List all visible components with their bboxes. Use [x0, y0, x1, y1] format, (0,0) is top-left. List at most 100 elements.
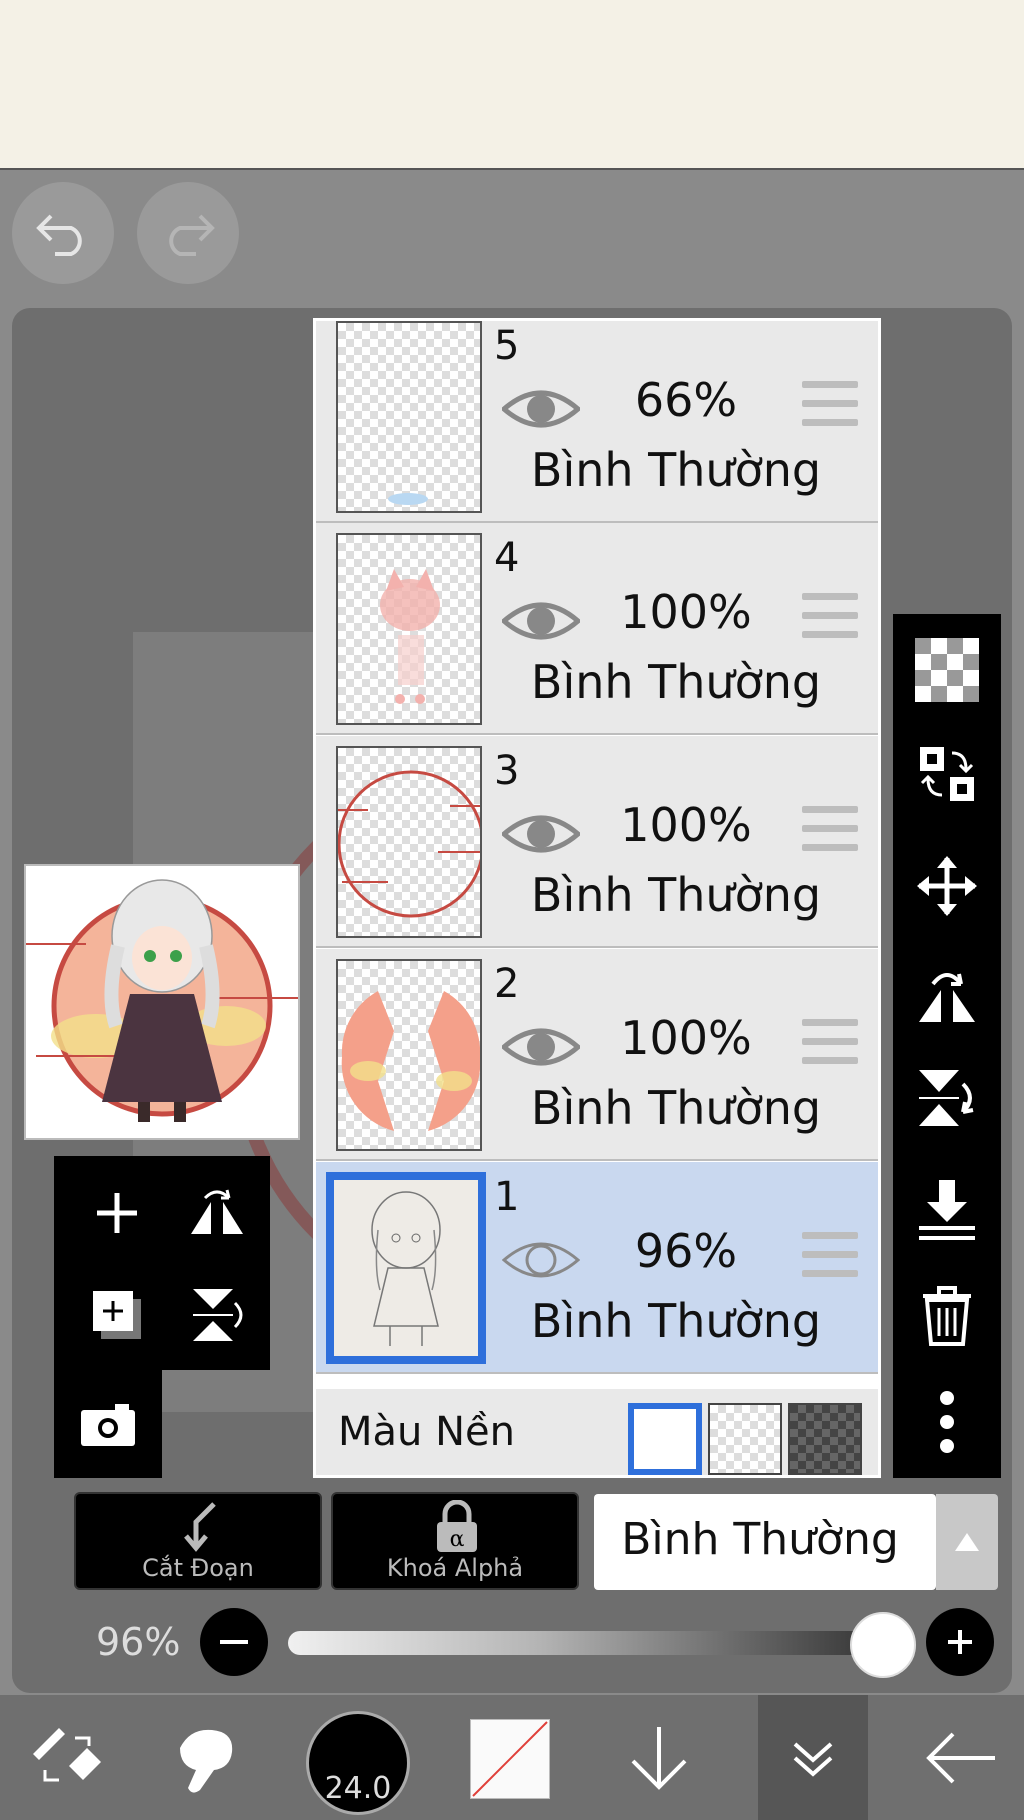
arrow-down-icon — [631, 1726, 687, 1790]
opacity-increase-button[interactable] — [926, 1608, 994, 1676]
drag-handle-icon[interactable] — [802, 593, 858, 643]
brush-size-button[interactable]: 24.0 — [306, 1711, 410, 1815]
flip-layer-vertical-button[interactable] — [907, 1058, 987, 1138]
duplicate-layer-button[interactable] — [72, 1270, 162, 1360]
redo-button[interactable] — [137, 182, 239, 284]
opacity-slider[interactable] — [288, 1631, 908, 1655]
move-layer-button[interactable] — [907, 846, 987, 926]
layer-thumbnail[interactable] — [326, 1172, 486, 1364]
arrow-left-icon — [926, 1732, 995, 1783]
clipping-button[interactable]: Cắt Đoạn — [74, 1492, 322, 1590]
color-picker-button[interactable] — [470, 1719, 550, 1799]
brush-eraser-toggle-button[interactable] — [10, 1695, 120, 1820]
opacity-value-label: 96% — [96, 1620, 181, 1664]
eye-icon[interactable] — [502, 1021, 580, 1073]
undo-icon — [36, 214, 82, 256]
flip-vertical-button[interactable] — [172, 1270, 262, 1360]
layer-tools-panel — [54, 1156, 270, 1370]
flip-horizontal-button[interactable] — [172, 1168, 262, 1258]
layer-row-2[interactable]: 2 100% Bình Thường — [316, 949, 878, 1161]
swap-layers-button[interactable] — [907, 734, 987, 814]
eye-icon[interactable] — [502, 1234, 580, 1286]
drag-handle-icon[interactable] — [802, 381, 858, 431]
opacity-decrease-button[interactable] — [200, 1608, 268, 1676]
layer-menu-button[interactable] — [758, 1695, 868, 1820]
layer-number: 1 — [494, 1174, 520, 1220]
layer-row-5[interactable]: 5 66% Bình Thường — [316, 321, 878, 523]
flip-layer-horizontal-button[interactable] — [907, 954, 987, 1034]
layer-blend-mode: Bình Thường — [530, 868, 822, 922]
eye-icon[interactable] — [502, 808, 580, 860]
opacity-slider-knob[interactable] — [850, 1612, 917, 1678]
background-color-row: Màu Nền — [316, 1389, 878, 1475]
more-vertical-icon — [940, 1391, 954, 1453]
delete-layer-button[interactable] — [907, 1276, 987, 1356]
add-layer-button[interactable] — [72, 1168, 162, 1258]
blend-mode-select[interactable]: Bình Thường — [594, 1494, 936, 1590]
move-icon — [917, 856, 977, 916]
layer-down-button[interactable] — [604, 1695, 714, 1820]
layer-blend-mode: Bình Thường — [530, 1294, 822, 1348]
layer-thumbnail[interactable] — [336, 959, 482, 1151]
smudge-tool-button[interactable] — [150, 1695, 260, 1820]
drag-handle-icon[interactable] — [802, 1232, 858, 1282]
layer-number: 4 — [494, 535, 520, 581]
plus-icon — [948, 1630, 972, 1654]
background-swatch-transparent[interactable] — [708, 1403, 782, 1475]
clip-arrow-icon — [184, 1502, 216, 1552]
layer-opacity: 100% — [620, 798, 752, 852]
camera-tool-panel — [54, 1370, 162, 1478]
eye-icon[interactable] — [502, 383, 580, 435]
camera-button[interactable] — [63, 1379, 153, 1469]
lock-icon: α — [437, 1500, 477, 1552]
layer-number: 2 — [494, 961, 520, 1007]
layer-row-1[interactable]: 1 96% Bình Thường — [316, 1162, 878, 1374]
layer-opacity: 96% — [634, 1224, 738, 1278]
drag-handle-icon[interactable] — [802, 806, 858, 856]
merge-down-icon — [919, 1180, 975, 1240]
swap-icon — [920, 747, 974, 801]
layer-thumbnail[interactable] — [336, 321, 482, 513]
redo-icon — [169, 214, 215, 256]
layer-thumbnail[interactable] — [336, 533, 482, 725]
blend-mode-dropdown-button[interactable] — [936, 1494, 998, 1590]
camera-icon — [81, 1404, 135, 1446]
clipping-label: Cắt Đoạn — [142, 1554, 254, 1582]
layer-actions-toolbar — [893, 614, 1001, 1478]
alpha-lock-button[interactable]: α Khoá Alphả — [331, 1492, 579, 1590]
checkerboard-icon — [915, 638, 979, 702]
layer-blend-mode: Bình Thường — [530, 655, 822, 709]
layer-panel: 5 66% Bình Thường 4 100% Bình Thường 3 1… — [313, 318, 881, 1478]
layer-row-4[interactable]: 4 100% Bình Thường — [316, 523, 878, 735]
merge-down-button[interactable] — [907, 1170, 987, 1250]
trash-icon — [923, 1286, 971, 1346]
bottom-toolbar: 24.0 — [0, 1695, 1024, 1820]
double-chevron-down-icon — [793, 1742, 833, 1777]
layer-thumbnail[interactable] — [336, 746, 482, 938]
layer-opacity: 66% — [634, 373, 738, 427]
finger-smudge-icon — [180, 1729, 233, 1793]
layer-opacity: 100% — [620, 585, 752, 639]
background-swatch-white[interactable] — [628, 1403, 702, 1475]
drag-handle-icon[interactable] — [802, 1019, 858, 1069]
transparency-button[interactable] — [907, 630, 987, 710]
layer-opacity: 100% — [620, 1011, 752, 1065]
undo-button[interactable] — [12, 182, 114, 284]
duplicate-icon — [93, 1291, 141, 1339]
canvas-preview[interactable] — [24, 864, 300, 1140]
flip-vertical-icon — [193, 1289, 243, 1341]
layer-blend-mode: Bình Thường — [530, 443, 822, 497]
top-banner-area — [0, 0, 1024, 170]
plus-icon — [97, 1193, 137, 1233]
flip-horizontal-icon — [919, 973, 975, 1022]
svg-text:α: α — [450, 1527, 465, 1552]
layer-number: 5 — [494, 323, 520, 369]
layer-row-3[interactable]: 3 100% Bình Thường — [316, 736, 878, 948]
background-swatch-dark[interactable] — [788, 1403, 862, 1475]
back-button[interactable] — [906, 1695, 1016, 1820]
layer-number: 3 — [494, 748, 520, 794]
background-color-label: Màu Nền — [338, 1409, 515, 1455]
minus-icon — [220, 1640, 248, 1644]
more-options-button[interactable] — [907, 1382, 987, 1462]
eye-icon[interactable] — [502, 595, 580, 647]
